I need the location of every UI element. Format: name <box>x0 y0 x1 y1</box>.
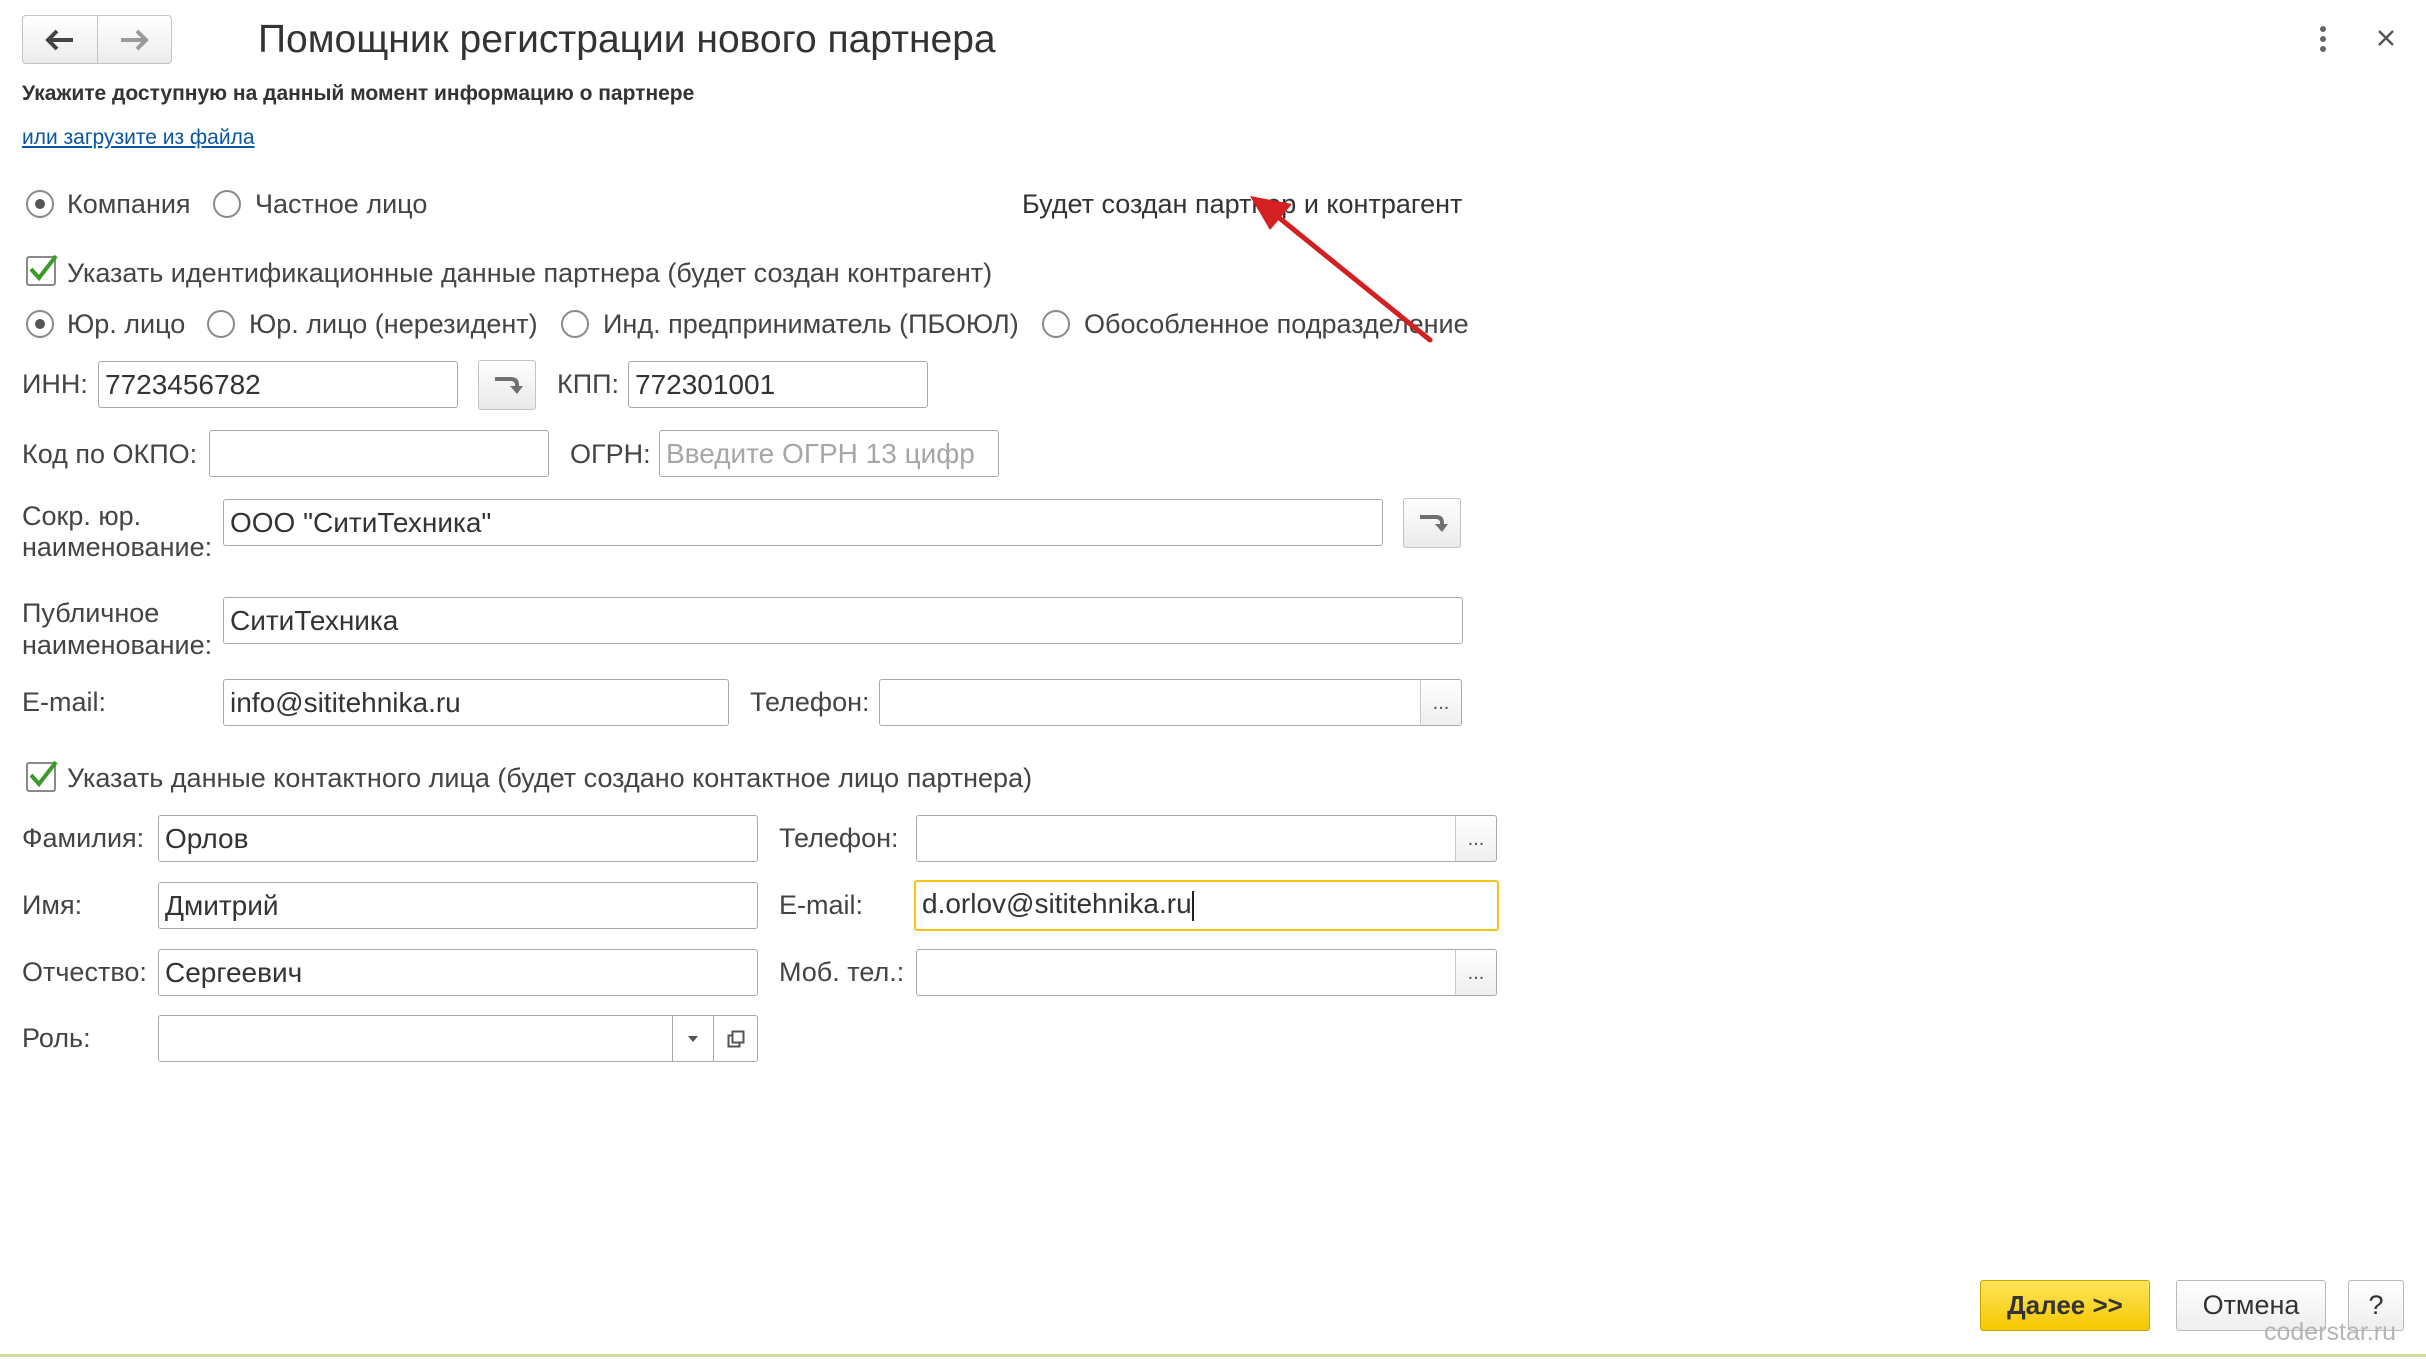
identification-checkbox[interactable] <box>26 254 58 286</box>
contact-email-value: d.orlov@sititehnika.ru <box>922 888 1192 919</box>
inn-input[interactable]: 7723456782 <box>98 361 458 408</box>
public-name-input[interactable]: СитиТехника <box>223 597 1463 644</box>
last-name-input[interactable]: Орлов <box>158 815 758 862</box>
last-name-label: Фамилия: <box>22 823 145 853</box>
form-subtitle: Укажите доступную на данный момент инфор… <box>22 82 695 105</box>
contact-phone-label: Телефон: <box>779 823 899 853</box>
radio-private-person[interactable] <box>213 190 241 218</box>
ogrn-input[interactable]: Введите ОГРН 13 цифр <box>659 430 999 477</box>
radio-private-person-label: Частное лицо <box>255 189 428 219</box>
short-name-label-line1: Сокр. юр. <box>22 501 142 531</box>
contact-email-input[interactable]: d.orlov@sititehnika.ru <box>914 880 1499 931</box>
fill-by-inn-icon <box>1420 515 1448 532</box>
short-name-input[interactable]: ООО "СитиТехника" <box>223 499 1383 546</box>
contact-phone-more-button[interactable]: ... <box>1455 815 1497 862</box>
back-arrow-icon <box>44 29 73 50</box>
fill-name-button[interactable] <box>1403 498 1461 548</box>
short-name-label-line2: наименование: <box>22 532 213 562</box>
first-name-input[interactable]: Дмитрий <box>158 882 758 929</box>
watermark: coderstar.ru <box>2264 1318 2397 1346</box>
role-select[interactable] <box>158 1015 673 1062</box>
inn-label: ИНН: <box>22 369 88 399</box>
ogrn-label: ОГРН: <box>570 439 651 469</box>
checkmark-icon <box>29 254 58 282</box>
okpo-input[interactable] <box>209 430 549 477</box>
contact-phone-input[interactable] <box>916 815 1456 862</box>
mobile-phone-label: Моб. тел.: <box>779 957 905 987</box>
role-label: Роль: <box>22 1023 91 1053</box>
next-button[interactable]: Далее >> <box>1980 1280 2150 1331</box>
close-icon[interactable] <box>2376 28 2396 48</box>
company-phone-more-button[interactable]: ... <box>1420 679 1462 726</box>
role-dropdown-button[interactable] <box>672 1015 714 1062</box>
back-button[interactable] <box>23 16 97 63</box>
role-open-button[interactable] <box>713 1015 758 1062</box>
annotation-arrow-icon <box>1250 196 1433 343</box>
load-from-file-link[interactable]: или загрузите из файла <box>22 126 255 150</box>
radio-legal-entity-nonresident[interactable] <box>207 310 235 338</box>
more-vertical-icon[interactable] <box>2316 24 2330 54</box>
radio-company-label: Компания <box>67 189 191 219</box>
okpo-label: Код по ОКПО: <box>22 439 198 469</box>
public-name-label-line1: Публичное <box>22 598 160 628</box>
middle-name-label: Отчество: <box>22 957 147 987</box>
radio-individual-entrepreneur-label: Инд. предприниматель (ПБОЮЛ) <box>603 309 1019 339</box>
radio-company[interactable] <box>26 190 54 218</box>
company-phone-label: Телефон: <box>750 687 870 717</box>
radio-legal-entity-nonresident-label: Юр. лицо (нерезидент) <box>249 309 538 339</box>
radio-legal-entity[interactable] <box>26 310 54 338</box>
radio-separate-division[interactable] <box>1042 310 1070 338</box>
contact-person-checkbox[interactable] <box>26 760 58 792</box>
mobile-phone-input[interactable] <box>916 949 1456 996</box>
fill-by-inn-icon <box>495 377 523 394</box>
mobile-phone-more-button[interactable]: ... <box>1455 949 1497 996</box>
contact-person-checkbox-label: Указать данные контактного лица (будет с… <box>67 763 1033 793</box>
radio-individual-entrepreneur[interactable] <box>561 310 589 338</box>
forward-arrow-icon <box>121 29 150 50</box>
text-caret <box>1191 890 1194 921</box>
identification-checkbox-label: Указать идентификационные данные партнер… <box>67 258 993 288</box>
company-email-input[interactable]: info@sititehnika.ru <box>223 679 729 726</box>
middle-name-input[interactable]: Сергеевич <box>158 949 758 996</box>
dropdown-arrow-icon <box>688 1035 698 1042</box>
checkmark-icon <box>29 760 58 788</box>
company-email-label: E-mail: <box>22 687 107 717</box>
forward-button[interactable] <box>96 16 172 63</box>
public-name-label-line2: наименование: <box>22 630 213 660</box>
kpp-label: КПП: <box>557 369 620 399</box>
window-title: Помощник регистрации нового партнера <box>258 18 996 61</box>
navigation-buttons <box>22 15 172 64</box>
company-phone-input[interactable] <box>879 679 1421 726</box>
radio-legal-entity-label: Юр. лицо <box>67 309 186 339</box>
contact-email-label: E-mail: <box>779 890 864 920</box>
fill-by-inn-button[interactable] <box>478 360 536 410</box>
kpp-input[interactable]: 772301001 <box>628 361 928 408</box>
open-form-icon <box>727 1030 744 1047</box>
bottom-divider <box>0 1354 2426 1357</box>
first-name-label: Имя: <box>22 890 83 920</box>
